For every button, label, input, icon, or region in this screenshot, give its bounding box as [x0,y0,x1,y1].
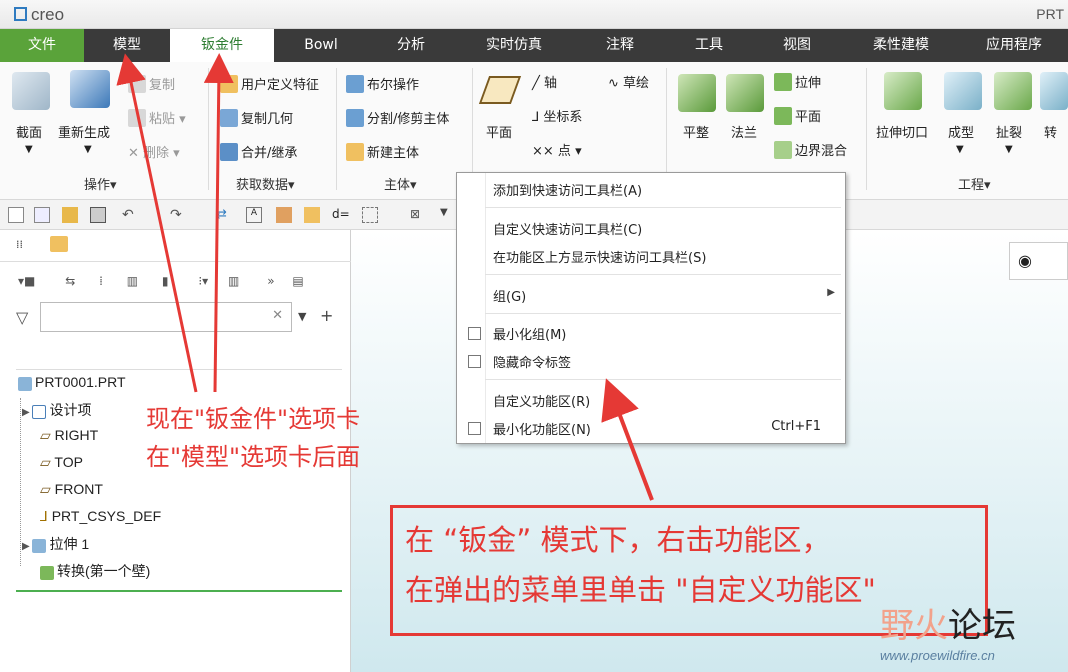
annotation-tab-order: 现在"钣金件"选项卡 在"模型"选项卡后面 [146,400,360,476]
watermark-logo: 野火论坛 [880,606,1016,646]
annotation-line: 在弹出的菜单里单击 "自定义功能区" [405,573,876,607]
annotation-line: 现在"钣金件"选项卡 [146,405,361,433]
arrow-to-model-tab [116,53,198,393]
annotation-line: 在 “钣金” 模式下，右击功能区， [405,523,831,557]
annotation-line: 在"模型"选项卡后面 [146,443,361,471]
watermark-url: www.proewildfire.cn [880,648,995,663]
arrow-to-sheetmetal-tab [203,53,234,393]
annotation-instruction: 在 “钣金” 模式下，右击功能区， 在弹出的菜单里单击 "自定义功能区" [405,515,876,615]
arrow-to-customize-ribbon [601,378,654,501]
